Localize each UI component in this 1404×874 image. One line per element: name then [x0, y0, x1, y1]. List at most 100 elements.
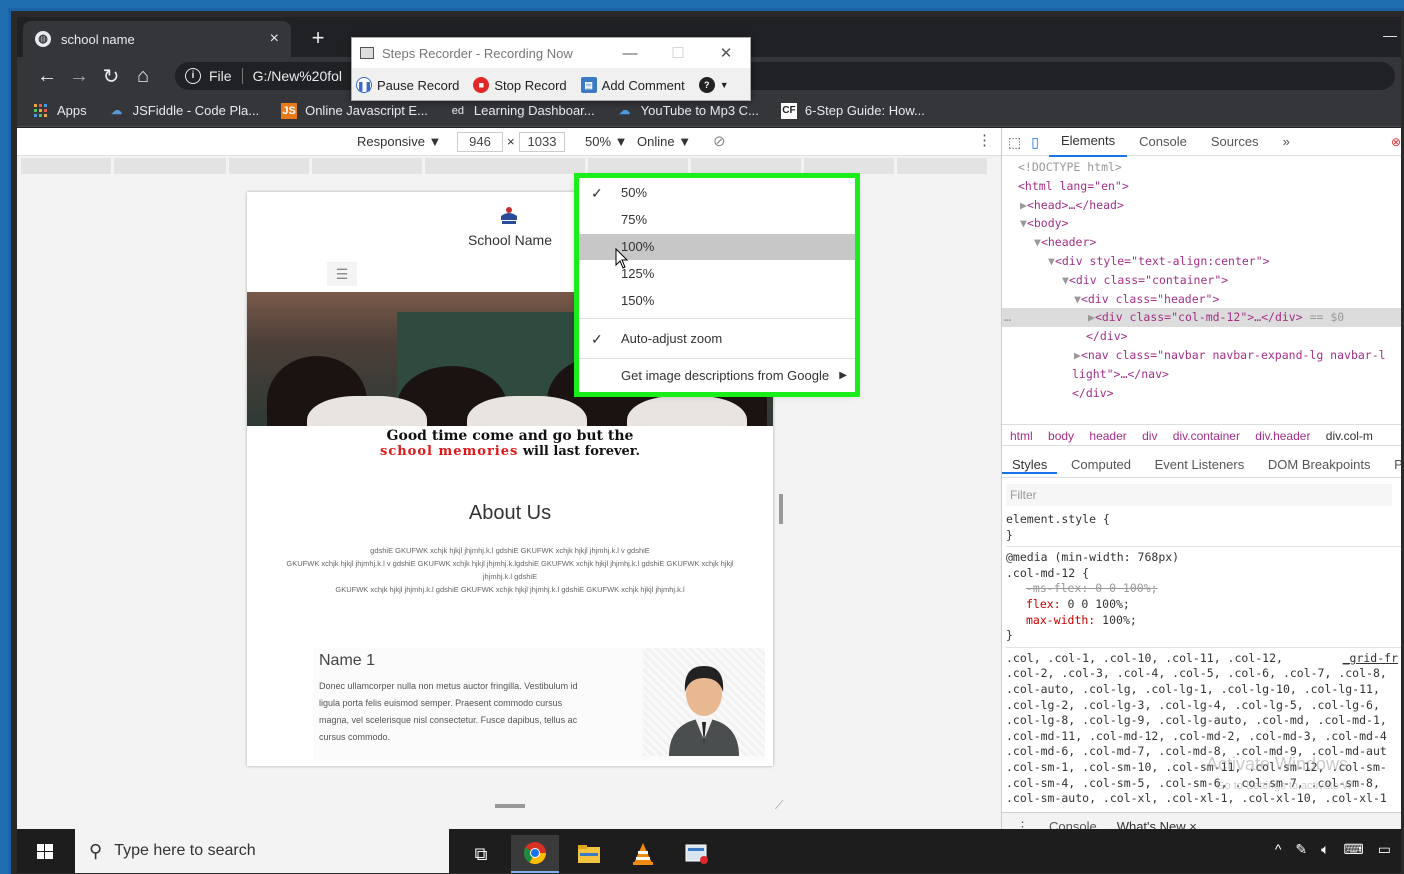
- dom-node[interactable]: </div>: [1002, 327, 1401, 346]
- media-query-segment[interactable]: [897, 158, 987, 174]
- volume-icon[interactable]: 🔈︎: [1321, 841, 1329, 858]
- dom-node-continuation[interactable]: light">…</nav>: [1002, 365, 1401, 384]
- add-comment-button[interactable]: ▤ Add Comment: [580, 77, 685, 93]
- resize-handle-right[interactable]: [779, 494, 783, 524]
- bookmark-6-step[interactable]: CF 6-Step Guide: How...: [780, 102, 925, 119]
- search-placeholder: Type here to search: [114, 842, 256, 859]
- css-property-overridden[interactable]: -ms-flex: 0 0 100%;: [1006, 581, 1401, 597]
- hamburger-menu-icon[interactable]: ☰: [327, 262, 357, 286]
- dom-node-text: <div class="container">: [1068, 272, 1229, 287]
- tab-properties[interactable]: Pro: [1384, 457, 1401, 472]
- info-icon[interactable]: i: [185, 68, 201, 84]
- styles-filter-input[interactable]: Filter: [1006, 484, 1392, 506]
- media-query-segment[interactable]: [114, 158, 226, 174]
- dom-node[interactable]: ▼<body>: [1002, 214, 1401, 233]
- network-select[interactable]: Online ▼: [637, 134, 691, 149]
- forward-button[interactable]: →: [63, 65, 95, 88]
- breadcrumb-item[interactable]: div.header: [1255, 429, 1310, 443]
- close-button[interactable]: ✕: [702, 44, 750, 62]
- breadcrumb-item[interactable]: div.container: [1173, 429, 1240, 443]
- bookmark-learning[interactable]: ed Learning Dashboar...: [450, 103, 595, 119]
- css-property[interactable]: flex: 0 0 100%;: [1006, 597, 1401, 613]
- zoom-select[interactable]: 50% ▼: [585, 134, 628, 149]
- breadcrumb-item[interactable]: html: [1010, 429, 1033, 443]
- home-button[interactable]: ⌂: [127, 65, 159, 88]
- dom-node[interactable]: ▼<div class="header">: [1002, 290, 1401, 309]
- dom-node[interactable]: <html lang="en">: [1002, 177, 1401, 196]
- more-options-icon[interactable]: ⋮: [977, 131, 992, 149]
- breadcrumb-item[interactable]: header: [1089, 429, 1126, 443]
- tab-console[interactable]: Console: [1127, 128, 1199, 156]
- dom-node-text: <header>: [1040, 235, 1097, 250]
- css-property[interactable]: max-width: 100%;: [1006, 613, 1401, 629]
- dom-node[interactable]: ▶<nav class="navbar navbar-expand-lg nav…: [1002, 346, 1401, 365]
- more-tabs-button[interactable]: »: [1271, 128, 1302, 156]
- keyboard-icon[interactable]: ▭: [1378, 841, 1391, 858]
- dom-node-text: <div style="text-align:center">: [1054, 253, 1270, 268]
- dom-node[interactable]: ▼<div style="text-align:center">: [1002, 252, 1401, 271]
- col-selector-line: .col-lg-8, .col-lg-9, .col-lg-auto, .col…: [1006, 713, 1387, 728]
- tab-title: school name: [61, 31, 135, 47]
- tab-sources[interactable]: Sources: [1199, 128, 1271, 156]
- dom-node-selected[interactable]: … ▶<div class="col-md-12">…</div> == $0: [1002, 308, 1401, 328]
- minimize-icon[interactable]: —: [1383, 27, 1397, 43]
- device-toggle-icon[interactable]: ▯: [1027, 128, 1049, 156]
- tab-event-listeners[interactable]: Event Listeners: [1145, 457, 1255, 472]
- person-avatar-icon: [669, 666, 739, 756]
- media-query-segment[interactable]: [804, 158, 894, 174]
- width-input[interactable]: 946: [457, 132, 503, 152]
- stylesheet-link[interactable]: _grid-fr: [1343, 651, 1398, 667]
- new-tab-button[interactable]: +: [305, 25, 331, 51]
- stop-record-button[interactable]: ■ Stop Record: [473, 77, 567, 93]
- quote-line-1: Good time come and go but the: [386, 428, 634, 444]
- error-icon[interactable]: ⊗: [1391, 135, 1401, 149]
- tab-styles[interactable]: Styles: [1002, 457, 1058, 474]
- windows-taskbar: ⚲ Type here to search ⧉ ^ ✎ 🔈︎ ⌨ ▭: [17, 829, 1401, 873]
- bookmark-youtube-mp3[interactable]: ☁ YouTube to Mp3 C...: [617, 103, 759, 119]
- tab-close-button[interactable]: ×: [270, 30, 279, 48]
- network-icon[interactable]: ⌨: [1344, 841, 1364, 858]
- pause-record-button[interactable]: ❚❚ Pause Record: [356, 77, 459, 93]
- media-query-segment[interactable]: [21, 158, 111, 174]
- media-query-segment[interactable]: [425, 158, 585, 174]
- rotate-icon[interactable]: ⊘: [713, 132, 726, 150]
- reload-button[interactable]: ↻: [95, 64, 127, 89]
- help-button[interactable]: ? ▼: [698, 77, 729, 93]
- breadcrumb-item[interactable]: div: [1142, 429, 1157, 443]
- bookmark-apps[interactable]: Apps: [33, 103, 87, 119]
- chrome-icon[interactable]: [511, 835, 559, 873]
- device-mode-select[interactable]: Responsive ▼: [357, 134, 441, 149]
- taskbar-search[interactable]: ⚲ Type here to search: [75, 829, 449, 873]
- task-view-icon[interactable]: ⧉: [457, 835, 505, 873]
- bookmark-jsfiddle[interactable]: ☁ JSFiddle - Code Pla...: [109, 103, 259, 119]
- bookmark-online-js[interactable]: JS Online Javascript E...: [281, 102, 428, 119]
- pen-icon[interactable]: ✎: [1295, 841, 1307, 858]
- dom-node[interactable]: <!DOCTYPE html>: [1002, 158, 1401, 177]
- property-name: max-width:: [1026, 612, 1096, 627]
- dom-node[interactable]: </div>: [1002, 384, 1401, 403]
- resize-corner-icon[interactable]: ⟋: [775, 798, 789, 812]
- tab-dom-breakpoints[interactable]: DOM Breakpoints: [1258, 457, 1381, 472]
- height-input[interactable]: 1033: [519, 132, 565, 152]
- media-query-segment[interactable]: [229, 158, 309, 174]
- chevron-up-icon[interactable]: ^: [1275, 841, 1282, 858]
- file-explorer-icon[interactable]: [565, 835, 613, 873]
- minimize-button[interactable]: —: [606, 45, 654, 62]
- dom-node[interactable]: ▼<div class="container">: [1002, 271, 1401, 290]
- back-button[interactable]: ←: [31, 65, 63, 88]
- dom-node[interactable]: ▶<head>…</head>: [1002, 196, 1401, 215]
- media-query-segment[interactable]: [691, 158, 801, 174]
- vlc-icon[interactable]: [619, 835, 667, 873]
- breadcrumb-item[interactable]: body: [1048, 429, 1074, 443]
- tab-computed[interactable]: Computed: [1061, 457, 1141, 472]
- inspect-element-icon[interactable]: ⬚: [1002, 128, 1027, 156]
- media-query-segment[interactable]: [312, 158, 422, 174]
- tab-elements[interactable]: Elements: [1048, 128, 1128, 157]
- dom-node[interactable]: ▼<header>: [1002, 233, 1401, 252]
- browser-tab[interactable]: ◍ school name ×: [23, 21, 291, 57]
- steps-recorder-taskbar-icon[interactable]: [673, 835, 721, 873]
- windows-start-icon[interactable]: [25, 837, 65, 867]
- breadcrumb-item[interactable]: div.col-m: [1326, 429, 1373, 443]
- media-query-segment[interactable]: [588, 158, 688, 174]
- resize-handle-bottom[interactable]: [495, 804, 525, 808]
